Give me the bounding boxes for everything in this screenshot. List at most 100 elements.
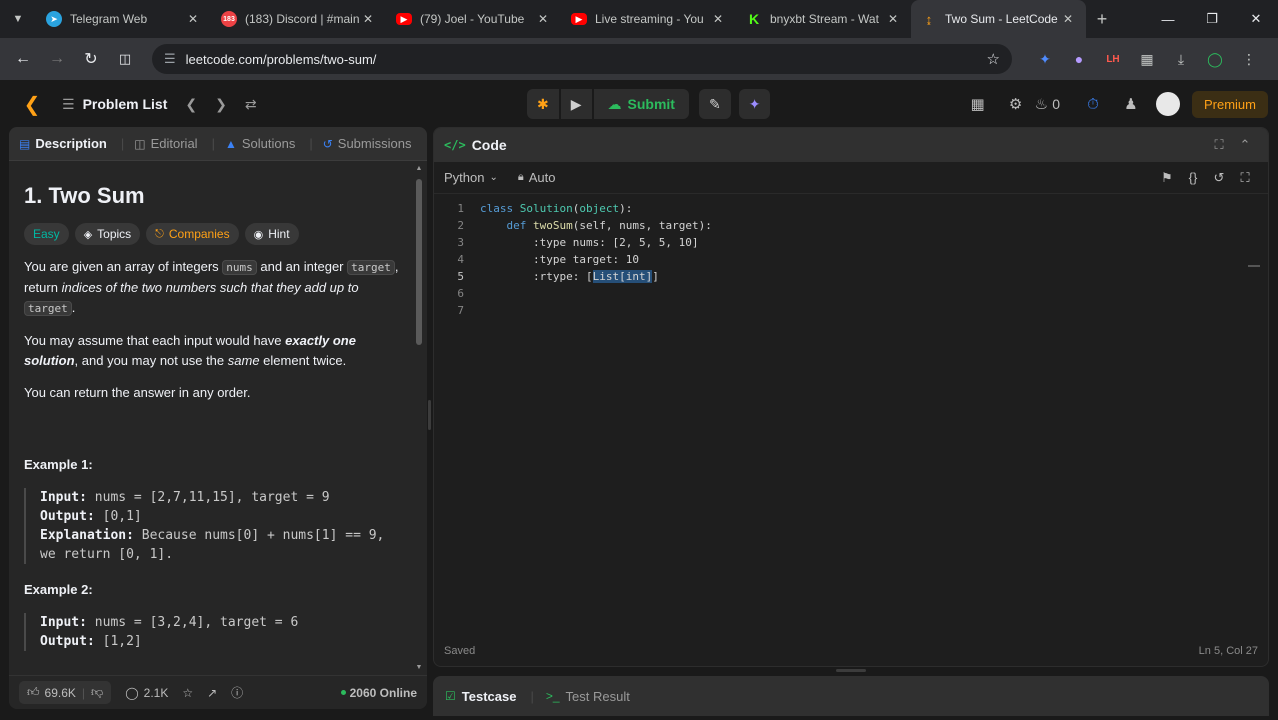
browser-menu-icon[interactable]: ⋮ — [1232, 51, 1266, 68]
favorite-star-icon[interactable]: ☆ — [182, 686, 193, 700]
panel-resize-handle[interactable] — [428, 400, 431, 430]
browser-tab-kick[interactable]: K bnyxbt Stream - Wat ✕ — [736, 0, 911, 38]
close-tab-icon[interactable]: ✕ — [885, 12, 901, 26]
bookmark-star-icon[interactable]: ☆ — [987, 50, 1000, 68]
tab-description[interactable]: ▤ Description — [19, 136, 107, 151]
tab-divider: | — [211, 136, 215, 151]
profile-sync-icon[interactable]: ◯ — [1198, 51, 1232, 68]
split-view-icon[interactable]: ◫ — [108, 51, 142, 67]
code-tab[interactable]: </> Code — [444, 137, 507, 153]
youtube-icon: ▶ — [571, 13, 587, 25]
tab-editorial[interactable]: ◫ Editorial — [134, 136, 197, 151]
shuffle-icon[interactable]: ⇄ — [245, 96, 257, 113]
browser-tab-live-streaming[interactable]: ▶ Live streaming - You ✕ — [561, 0, 736, 38]
premium-button[interactable]: Premium — [1191, 90, 1268, 118]
code-line: :rtype: [List[int]] — [480, 270, 659, 283]
extension-red-icon[interactable]: LH — [1096, 54, 1130, 65]
maximize-icon[interactable]: ⛶ — [1206, 137, 1232, 153]
tab-solutions[interactable]: ▲ Solutions — [225, 136, 295, 151]
url-text[interactable]: leetcode.com/problems/two-sum/ — [186, 52, 987, 67]
panel-resize-handle[interactable] — [836, 669, 866, 672]
collapse-icon[interactable]: ⌃ — [1232, 137, 1258, 153]
extension-blue-icon[interactable]: ✦ — [1028, 51, 1062, 68]
thumbs-up-icon[interactable]: 👍︎ — [27, 685, 40, 700]
close-tab-icon[interactable]: ✕ — [185, 12, 201, 26]
browser-tab-discord[interactable]: 183 (183) Discord | #main ✕ — [211, 0, 386, 38]
minimize-icon[interactable]: — — [1146, 12, 1190, 27]
editor-tools: ⚑ {} ↺ ⛶ — [1154, 170, 1258, 186]
share-icon[interactable]: ↗ — [207, 686, 217, 700]
comment-icon: ◯ — [125, 685, 139, 700]
language-select[interactable]: Python ⌄ — [444, 170, 498, 185]
scroll-up-icon[interactable]: ▲ — [415, 165, 423, 172]
description-body: 1. Two Sum Easy ◈ Topics ⎋ Companies ◉ Hint… — [9, 161, 415, 675]
close-tab-icon[interactable]: ✕ — [360, 12, 376, 26]
debug-icon[interactable]: ✱ — [527, 89, 559, 119]
reload-icon[interactable]: ↻ — [74, 49, 108, 69]
help-icon[interactable]: ⓘ — [231, 684, 243, 701]
topics-tag[interactable]: ◈ Topics — [74, 223, 141, 245]
tab-submissions[interactable]: ↺ Submissions — [323, 136, 412, 151]
notes-icon[interactable]: ✎ — [698, 89, 731, 119]
submit-button[interactable]: ☁ Submit — [593, 89, 689, 119]
bookmark-icon[interactable]: ⚑ — [1154, 170, 1180, 186]
add-user-icon[interactable]: ♟ — [1112, 95, 1150, 113]
editor-toolbar: Python ⌄ 🔒︎ Auto ⚑ {} ↺ ⛶ — [434, 162, 1268, 194]
format-braces-icon[interactable]: {} — [1180, 170, 1206, 186]
back-icon[interactable]: ← — [6, 50, 40, 68]
line-number: 2 — [457, 219, 464, 232]
tab-test-result[interactable]: >_ Test Result — [546, 689, 630, 704]
hint-tag[interactable]: ◉ Hint — [244, 223, 299, 245]
line-number: 5 — [457, 270, 464, 283]
tab-label: Submissions — [337, 136, 412, 151]
auto-mode-toggle[interactable]: 🔒︎ Auto — [518, 170, 556, 185]
tab-search-icon[interactable]: ▼ — [0, 0, 36, 38]
companies-tag[interactable]: ⎋ Companies — [146, 223, 239, 245]
extension-purple-icon[interactable]: ● — [1062, 51, 1096, 67]
close-window-icon[interactable]: ✕ — [1234, 11, 1278, 27]
fullscreen-icon[interactable]: ⛶ — [1232, 170, 1258, 186]
tab-testcase[interactable]: ☑ Testcase — [445, 689, 516, 704]
code-line: def twoSum(self, nums, target): — [506, 219, 712, 232]
description-panel: ▤ Description | ◫ Editorial | ▲ Solution… — [9, 127, 427, 709]
address-bar[interactable]: ☰ leetcode.com/problems/two-sum/ ☆ — [152, 44, 1012, 74]
description-scrollbar[interactable]: ▲ ▼ — [415, 165, 423, 671]
code-editor[interactable]: 1 2 3 4 5 6 7 class Solution(object): de… — [434, 198, 1268, 636]
prev-problem-icon[interactable]: ❮ — [185, 96, 197, 113]
browser-tab-telegram[interactable]: ➤ Telegram Web ✕ — [36, 0, 211, 38]
scrollbar-thumb[interactable] — [416, 179, 422, 345]
browser-tab-leetcode[interactable]: ↨ Two Sum - LeetCode ✕ — [911, 0, 1086, 38]
settings-gear-icon[interactable]: ⚙ — [997, 95, 1035, 113]
close-tab-icon[interactable]: ✕ — [710, 12, 726, 26]
restore-icon[interactable]: ❐ — [1190, 11, 1234, 27]
site-info-icon[interactable]: ☰ — [164, 51, 176, 67]
streak-counter[interactable]: ♨ 0 — [1035, 95, 1060, 113]
close-tab-icon[interactable]: ✕ — [1060, 12, 1076, 26]
thumbs-down-icon[interactable]: 👎︎ — [91, 685, 103, 700]
forward-icon[interactable]: → — [40, 50, 74, 68]
ai-sparkle-icon[interactable]: ✦ — [738, 89, 771, 119]
problem-list-button[interactable]: ☰ Problem List — [62, 96, 167, 113]
extensions-puzzle-icon[interactable]: ▦ — [1130, 51, 1164, 68]
example-block: Input: nums = [2,7,11,15], target = 9 Ou… — [24, 488, 400, 564]
run-icon[interactable]: ▶ — [560, 89, 592, 119]
example-block: Input: nums = [3,2,4], target = 6 Output… — [24, 613, 400, 651]
avatar[interactable] — [1155, 92, 1180, 116]
new-tab-button[interactable]: + — [1086, 9, 1118, 30]
timer-icon[interactable]: ⏱ — [1074, 96, 1112, 113]
comments-button[interactable]: ◯ 2.1K — [125, 686, 168, 700]
description-footer: 👍︎ 69.6K | 👎︎ ◯ 2.1K ☆ ↗ ⓘ 2060 Online — [9, 675, 427, 709]
download-icon[interactable]: ⤓ — [1164, 51, 1198, 68]
browser-tab-youtube[interactable]: ▶ (79) Joel - YouTube ✕ — [386, 0, 561, 38]
scroll-position-marker — [1248, 265, 1260, 267]
reset-code-icon[interactable]: ↺ — [1206, 170, 1232, 186]
next-problem-icon[interactable]: ❯ — [215, 96, 227, 113]
tab-label: bnyxbt Stream - Wat — [770, 12, 879, 26]
close-tab-icon[interactable]: ✕ — [535, 12, 551, 26]
scroll-down-icon[interactable]: ▼ — [415, 664, 423, 671]
save-status: Saved — [444, 645, 476, 657]
layout-grid-icon[interactable]: ▦ — [959, 95, 997, 113]
problem-title[interactable]: 1. Two Sum — [24, 183, 400, 209]
problem-tags: Easy ◈ Topics ⎋ Companies ◉ Hint — [24, 223, 400, 245]
leetcode-logo-icon[interactable]: ❮ — [18, 90, 46, 118]
